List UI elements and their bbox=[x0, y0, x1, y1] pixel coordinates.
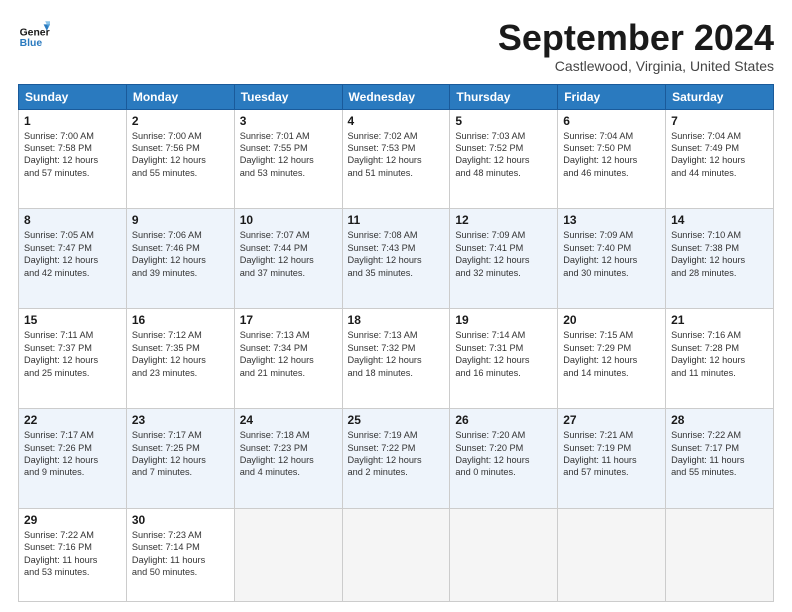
day-cell-9: 9 Sunrise: 7:06 AMSunset: 7:46 PMDayligh… bbox=[126, 209, 234, 309]
empty-cell-4 bbox=[558, 509, 666, 602]
day-cell-20: 20 Sunrise: 7:15 AMSunset: 7:29 PMDaylig… bbox=[558, 309, 666, 409]
day-cell-15: 15 Sunrise: 7:11 AMSunset: 7:37 PMDaylig… bbox=[19, 309, 127, 409]
weekday-header-row: Sunday Monday Tuesday Wednesday Thursday… bbox=[19, 84, 774, 109]
day-cell-28: 28 Sunrise: 7:22 AMSunset: 7:17 PMDaylig… bbox=[666, 409, 774, 509]
header-monday: Monday bbox=[126, 84, 234, 109]
day-cell-2: 2 Sunrise: 7:00 AMSunset: 7:56 PMDayligh… bbox=[126, 109, 234, 209]
logo: General Blue bbox=[18, 18, 54, 50]
header-thursday: Thursday bbox=[450, 84, 558, 109]
day-cell-12: 12 Sunrise: 7:09 AMSunset: 7:41 PMDaylig… bbox=[450, 209, 558, 309]
svg-text:General: General bbox=[20, 28, 50, 39]
week-row-3: 15 Sunrise: 7:11 AMSunset: 7:37 PMDaylig… bbox=[19, 309, 774, 409]
day-cell-1: 1 Sunrise: 7:00 AMSunset: 7:58 PMDayligh… bbox=[19, 109, 127, 209]
day-cell-10: 10 Sunrise: 7:07 AMSunset: 7:44 PMDaylig… bbox=[234, 209, 342, 309]
logo-icon: General Blue bbox=[18, 18, 50, 50]
empty-cell-3 bbox=[450, 509, 558, 602]
day-cell-5: 5 Sunrise: 7:03 AMSunset: 7:52 PMDayligh… bbox=[450, 109, 558, 209]
day-cell-13: 13 Sunrise: 7:09 AMSunset: 7:40 PMDaylig… bbox=[558, 209, 666, 309]
day-cell-21: 21 Sunrise: 7:16 AMSunset: 7:28 PMDaylig… bbox=[666, 309, 774, 409]
header-friday: Friday bbox=[558, 84, 666, 109]
day-cell-30: 30 Sunrise: 7:23 AMSunset: 7:14 PMDaylig… bbox=[126, 509, 234, 602]
day-cell-25: 25 Sunrise: 7:19 AMSunset: 7:22 PMDaylig… bbox=[342, 409, 450, 509]
day-cell-7: 7 Sunrise: 7:04 AMSunset: 7:49 PMDayligh… bbox=[666, 109, 774, 209]
svg-text:Blue: Blue bbox=[20, 38, 43, 49]
day-cell-27: 27 Sunrise: 7:21 AMSunset: 7:19 PMDaylig… bbox=[558, 409, 666, 509]
day-cell-18: 18 Sunrise: 7:13 AMSunset: 7:32 PMDaylig… bbox=[342, 309, 450, 409]
day-cell-26: 26 Sunrise: 7:20 AMSunset: 7:20 PMDaylig… bbox=[450, 409, 558, 509]
calendar-table: Sunday Monday Tuesday Wednesday Thursday… bbox=[18, 84, 774, 602]
day-cell-19: 19 Sunrise: 7:14 AMSunset: 7:31 PMDaylig… bbox=[450, 309, 558, 409]
day-cell-29: 29 Sunrise: 7:22 AMSunset: 7:16 PMDaylig… bbox=[19, 509, 127, 602]
day-cell-4: 4 Sunrise: 7:02 AMSunset: 7:53 PMDayligh… bbox=[342, 109, 450, 209]
day-cell-6: 6 Sunrise: 7:04 AMSunset: 7:50 PMDayligh… bbox=[558, 109, 666, 209]
week-row-2: 8 Sunrise: 7:05 AMSunset: 7:47 PMDayligh… bbox=[19, 209, 774, 309]
header-saturday: Saturday bbox=[666, 84, 774, 109]
week-row-5: 29 Sunrise: 7:22 AMSunset: 7:16 PMDaylig… bbox=[19, 509, 774, 602]
day-cell-3: 3 Sunrise: 7:01 AMSunset: 7:55 PMDayligh… bbox=[234, 109, 342, 209]
header: General Blue September 2024 Castlewood, … bbox=[18, 18, 774, 74]
page: General Blue September 2024 Castlewood, … bbox=[0, 0, 792, 612]
location-subtitle: Castlewood, Virginia, United States bbox=[498, 58, 774, 74]
day-cell-24: 24 Sunrise: 7:18 AMSunset: 7:23 PMDaylig… bbox=[234, 409, 342, 509]
empty-cell-1 bbox=[234, 509, 342, 602]
day-cell-8: 8 Sunrise: 7:05 AMSunset: 7:47 PMDayligh… bbox=[19, 209, 127, 309]
header-wednesday: Wednesday bbox=[342, 84, 450, 109]
week-row-4: 22 Sunrise: 7:17 AMSunset: 7:26 PMDaylig… bbox=[19, 409, 774, 509]
week-row-1: 1 Sunrise: 7:00 AMSunset: 7:58 PMDayligh… bbox=[19, 109, 774, 209]
day-cell-11: 11 Sunrise: 7:08 AMSunset: 7:43 PMDaylig… bbox=[342, 209, 450, 309]
day-cell-22: 22 Sunrise: 7:17 AMSunset: 7:26 PMDaylig… bbox=[19, 409, 127, 509]
header-sunday: Sunday bbox=[19, 84, 127, 109]
day-cell-16: 16 Sunrise: 7:12 AMSunset: 7:35 PMDaylig… bbox=[126, 309, 234, 409]
month-title: September 2024 bbox=[498, 18, 774, 58]
day-cell-23: 23 Sunrise: 7:17 AMSunset: 7:25 PMDaylig… bbox=[126, 409, 234, 509]
empty-cell-5 bbox=[666, 509, 774, 602]
title-block: September 2024 Castlewood, Virginia, Uni… bbox=[498, 18, 774, 74]
empty-cell-2 bbox=[342, 509, 450, 602]
day-cell-17: 17 Sunrise: 7:13 AMSunset: 7:34 PMDaylig… bbox=[234, 309, 342, 409]
header-tuesday: Tuesday bbox=[234, 84, 342, 109]
day-cell-14: 14 Sunrise: 7:10 AMSunset: 7:38 PMDaylig… bbox=[666, 209, 774, 309]
